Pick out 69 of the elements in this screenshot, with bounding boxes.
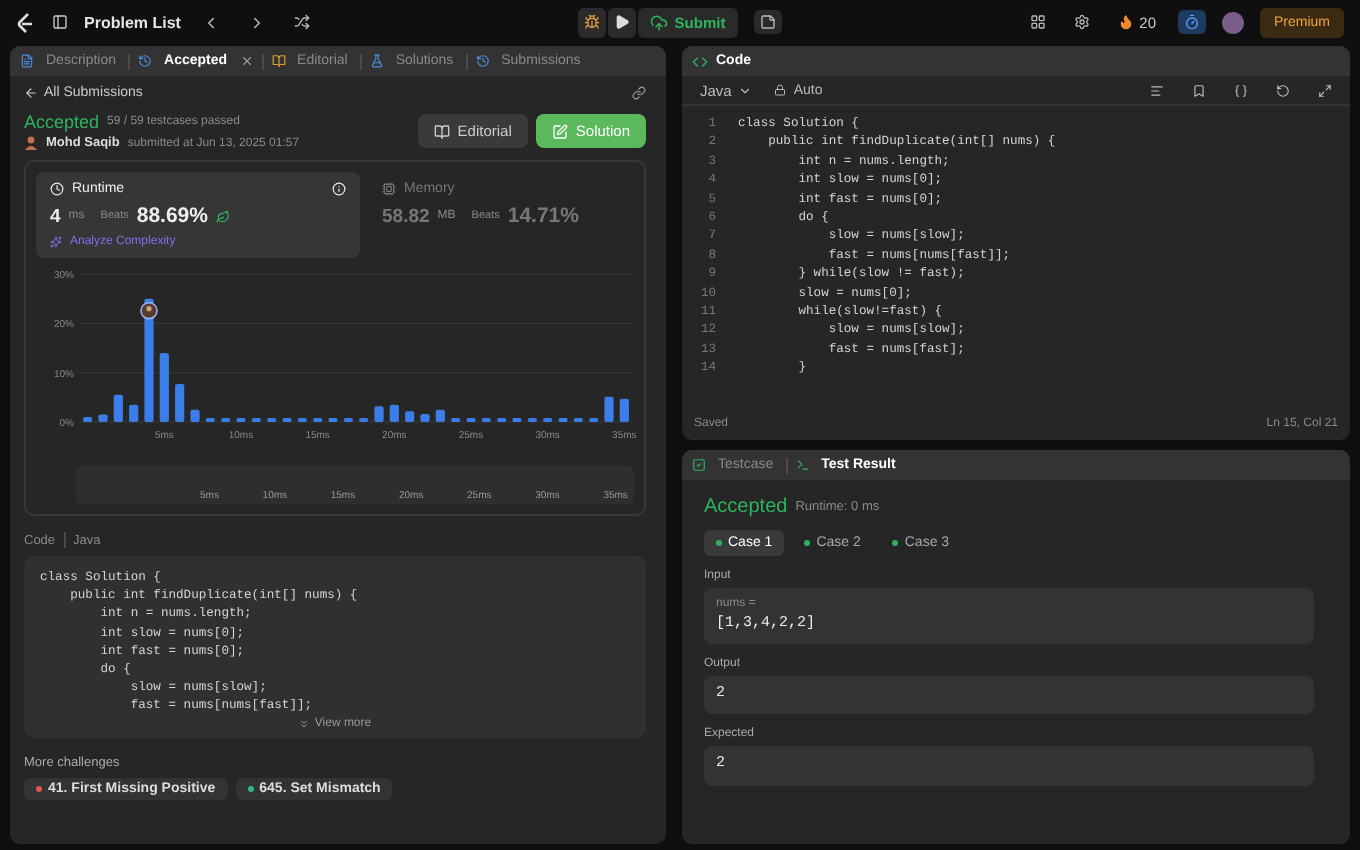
histogram-bar bbox=[389, 404, 399, 422]
beats-value: 14.71% bbox=[507, 204, 579, 228]
status-dot bbox=[804, 540, 811, 546]
status-dot bbox=[716, 540, 722, 546]
stat-value: 58.82 bbox=[382, 205, 430, 227]
status-text: Accepted bbox=[24, 112, 100, 132]
status-text: Accepted bbox=[704, 496, 788, 518]
chevron-down-icon bbox=[737, 83, 752, 97]
format-icon bbox=[1150, 83, 1164, 97]
histogram-bar bbox=[159, 352, 169, 422]
chip-icon bbox=[382, 182, 396, 196]
cloud-upload-icon bbox=[650, 13, 669, 31]
double-chevron-icon bbox=[298, 717, 311, 730]
pen-square-icon bbox=[551, 123, 568, 139]
flask-icon bbox=[369, 54, 384, 68]
document-icon bbox=[20, 54, 34, 68]
arrow-left-icon bbox=[24, 85, 38, 99]
timer-icon bbox=[1184, 14, 1200, 30]
histogram-bar bbox=[435, 409, 445, 422]
status-dot bbox=[892, 540, 899, 546]
terminal-icon bbox=[795, 458, 810, 472]
beats-value: 88.69% bbox=[136, 204, 208, 228]
histogram-bar bbox=[113, 394, 123, 422]
histogram-bar bbox=[190, 409, 200, 422]
histogram-bar bbox=[405, 411, 415, 422]
lock-icon bbox=[773, 84, 786, 96]
histogram-bar bbox=[420, 414, 430, 422]
logo-icon[interactable] bbox=[16, 11, 36, 33]
settings-icon bbox=[1073, 14, 1090, 30]
shuffle-icon bbox=[294, 14, 311, 30]
close-icon[interactable] bbox=[239, 54, 254, 68]
debug-button[interactable] bbox=[578, 7, 607, 37]
histogram-bar bbox=[604, 396, 614, 422]
run-button[interactable] bbox=[608, 7, 637, 37]
histogram-bar bbox=[129, 404, 139, 422]
play-icon bbox=[614, 14, 631, 30]
book-icon bbox=[433, 123, 450, 139]
clock-icon bbox=[50, 182, 64, 196]
expand-icon bbox=[1318, 83, 1332, 97]
checkbox-icon bbox=[692, 458, 706, 472]
info-icon bbox=[332, 182, 346, 196]
note-icon bbox=[759, 14, 776, 30]
grid-icon bbox=[1029, 14, 1046, 30]
flame-icon bbox=[1117, 14, 1134, 30]
user-avatar-icon bbox=[24, 136, 38, 150]
histogram-bar bbox=[144, 298, 154, 422]
bug-icon bbox=[584, 14, 601, 30]
histogram-bar bbox=[374, 406, 384, 422]
histogram-bar bbox=[98, 414, 108, 422]
code-icon bbox=[692, 53, 708, 69]
sparkle-icon bbox=[50, 236, 62, 248]
panel-icon bbox=[52, 14, 68, 30]
history-icon bbox=[475, 54, 490, 68]
reset-icon bbox=[1276, 83, 1290, 97]
problem-list-title[interactable]: Problem List bbox=[84, 13, 181, 31]
braces-icon bbox=[1234, 83, 1248, 97]
link-icon bbox=[632, 85, 646, 99]
stat-value: 4 bbox=[50, 205, 61, 227]
leaf-icon bbox=[216, 209, 230, 223]
timer-button[interactable] bbox=[1178, 10, 1206, 34]
note-button[interactable] bbox=[753, 10, 782, 34]
book-icon bbox=[271, 54, 286, 68]
histogram-bar bbox=[175, 384, 185, 422]
result-marker-icon bbox=[140, 301, 158, 320]
histogram-bar bbox=[83, 417, 93, 422]
avatar[interactable] bbox=[1222, 11, 1244, 33]
history-icon bbox=[138, 54, 153, 68]
histogram-bar bbox=[619, 398, 629, 422]
bookmark-icon bbox=[1192, 83, 1206, 97]
